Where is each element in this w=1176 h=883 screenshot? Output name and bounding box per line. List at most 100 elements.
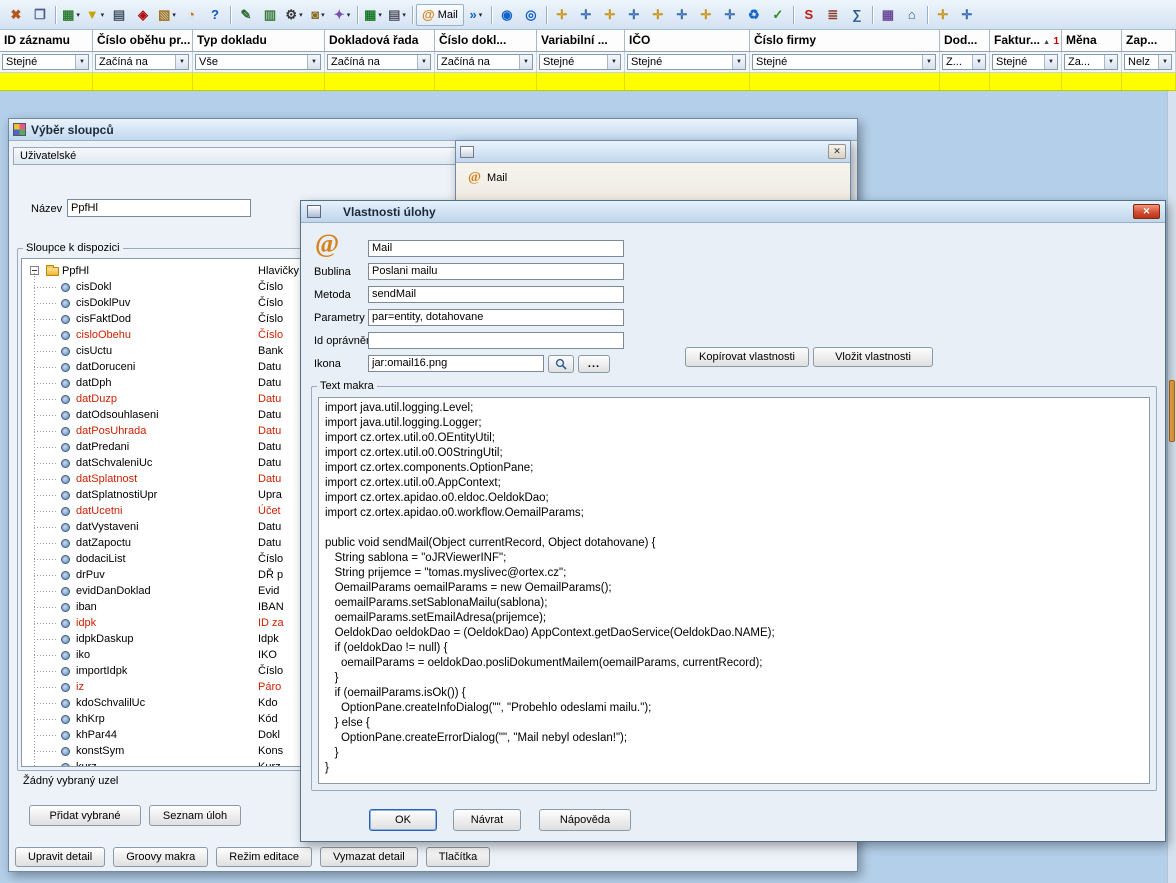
close-button[interactable] xyxy=(828,144,846,159)
package-icon[interactable]: ▧ xyxy=(155,4,179,26)
filter-combobox[interactable]: Z... xyxy=(942,54,986,70)
snapshot-icon[interactable]: ◙ xyxy=(306,4,330,26)
column-header[interactable]: ID záznamu xyxy=(0,30,93,51)
new-record-cell[interactable] xyxy=(537,73,625,90)
new-record-cell[interactable] xyxy=(1122,73,1176,90)
transfer-5-icon[interactable]: ✛ xyxy=(646,4,670,26)
filter-combobox[interactable]: Stejné xyxy=(992,54,1058,70)
parameters-field[interactable]: par=entity, dotahovane xyxy=(368,309,624,326)
mail-button[interactable]: @ Mail xyxy=(416,4,464,26)
column-header[interactable]: Dokladová řada xyxy=(325,30,435,51)
dropdown-arrow-icon[interactable] xyxy=(417,55,430,69)
icon-browse-button[interactable]: ... xyxy=(578,355,610,373)
export-table-icon[interactable]: ▦ xyxy=(361,4,385,26)
macro-code-editor[interactable]: import java.util.logging.Level; import j… xyxy=(318,397,1150,784)
vertical-scrollbar[interactable] xyxy=(1167,91,1176,883)
dropdown-arrow-icon[interactable] xyxy=(307,55,320,69)
new-record-cell[interactable] xyxy=(0,73,93,90)
new-record-cell[interactable] xyxy=(940,73,990,90)
export-print-icon[interactable]: ▤ xyxy=(385,4,409,26)
transfer-2-icon[interactable]: ✛ xyxy=(574,4,598,26)
column-select-icon[interactable]: ▦ xyxy=(59,4,83,26)
task-properties-titlebar[interactable]: Vlastnosti úlohy xyxy=(301,201,1165,223)
close-button[interactable] xyxy=(1133,204,1160,219)
new-record-cell[interactable] xyxy=(325,73,435,90)
method-field[interactable]: sendMail xyxy=(368,286,624,303)
dropdown-arrow-icon[interactable] xyxy=(732,55,745,69)
bubble-field[interactable]: Poslani mailu xyxy=(368,263,624,280)
chart-icon[interactable]: ∑ xyxy=(845,4,869,26)
permission-id-field[interactable] xyxy=(368,332,624,349)
dropdown-arrow-icon[interactable] xyxy=(607,55,620,69)
filter-combobox[interactable]: Stejné xyxy=(627,54,746,70)
grid-view-icon[interactable]: ▥ xyxy=(258,4,282,26)
new-record-cell[interactable] xyxy=(435,73,537,90)
icon-path-field[interactable]: jar:omail16.png xyxy=(368,355,544,372)
scrollbar-thumb[interactable] xyxy=(1169,380,1175,442)
detail-action-button[interactable]: Vymazat detail xyxy=(320,847,418,867)
filter-combobox[interactable]: Stejné xyxy=(752,54,936,70)
new-record-cell[interactable] xyxy=(193,73,325,90)
detail-action-button[interactable]: Tlačítka xyxy=(426,847,491,867)
filter-combobox[interactable]: Nelz xyxy=(1124,54,1172,70)
dropdown-arrow-icon[interactable] xyxy=(972,55,985,69)
task-item-mail[interactable]: @ Mail xyxy=(468,171,507,185)
dropdown-arrow-icon[interactable] xyxy=(922,55,935,69)
transfer-10-icon[interactable]: ✛ xyxy=(955,4,979,26)
transfer-7-icon[interactable]: ✛ xyxy=(694,4,718,26)
icon-search-button[interactable] xyxy=(548,355,574,373)
seal-icon[interactable]: ◈ xyxy=(131,4,155,26)
filter-combobox[interactable]: Začíná na xyxy=(327,54,431,70)
filter-icon[interactable]: ▼ xyxy=(83,4,107,26)
column-header[interactable]: IČO xyxy=(625,30,750,51)
dropdown-arrow-icon[interactable] xyxy=(75,55,88,69)
copy-icon[interactable]: ❐ xyxy=(28,4,52,26)
dropdown-arrow-icon[interactable] xyxy=(1044,55,1057,69)
copy-properties-button[interactable]: Kopírovat vlastnosti xyxy=(685,347,809,367)
filter-combobox[interactable]: Vše xyxy=(195,54,321,70)
help-button[interactable]: Nápověda xyxy=(539,809,631,831)
name-field[interactable]: PpfHl xyxy=(67,199,251,217)
paste-properties-button[interactable]: Vložit vlastnosti xyxy=(813,347,933,367)
dropdown-arrow-icon[interactable] xyxy=(519,55,532,69)
filter-combobox[interactable]: Za... xyxy=(1064,54,1118,70)
column-header[interactable]: Faktur... 1 xyxy=(990,30,1062,51)
column-header[interactable]: Typ dokladu xyxy=(193,30,325,51)
transfer-9-icon[interactable]: ✛ xyxy=(931,4,955,26)
new-record-row[interactable] xyxy=(0,73,1176,91)
bank-icon[interactable]: ⌂ xyxy=(900,4,924,26)
column-header[interactable]: Dod... xyxy=(940,30,990,51)
transfer-3-icon[interactable]: ✛ xyxy=(598,4,622,26)
edit-record-icon[interactable]: ✎ xyxy=(234,4,258,26)
column-header[interactable]: Měna xyxy=(1062,30,1122,51)
approve-icon[interactable]: ✓ xyxy=(766,4,790,26)
filter-combobox[interactable]: Stejné xyxy=(539,54,621,70)
detail-action-button[interactable]: Groovy makra xyxy=(113,847,208,867)
new-record-cell[interactable] xyxy=(1062,73,1122,90)
column-header[interactable]: Zap... xyxy=(1122,30,1176,51)
tasks-window-titlebar[interactable] xyxy=(456,141,850,163)
info-ring-icon[interactable]: ◉ xyxy=(495,4,519,26)
books-icon[interactable]: ≣ xyxy=(821,4,845,26)
refresh-icon[interactable]: ♻ xyxy=(742,4,766,26)
print-icon[interactable]: ▤ xyxy=(107,4,131,26)
return-button[interactable]: Návrat xyxy=(453,809,521,831)
column-header[interactable]: Číslo firmy xyxy=(750,30,940,51)
dropdown-arrow-icon[interactable] xyxy=(1104,55,1117,69)
column-header[interactable]: Číslo dokl... xyxy=(435,30,537,51)
transfer-4-icon[interactable]: ✛ xyxy=(622,4,646,26)
task-list-button[interactable]: Seznam úloh xyxy=(149,805,241,826)
help-icon[interactable]: ? xyxy=(203,4,227,26)
detail-action-button[interactable]: Upravit detail xyxy=(15,847,105,867)
new-record-cell[interactable] xyxy=(625,73,750,90)
task-name-field[interactable]: Mail xyxy=(368,240,624,257)
column-header[interactable]: Variabilní ... xyxy=(537,30,625,51)
dropdown-arrow-icon[interactable] xyxy=(175,55,188,69)
window-grid-icon[interactable]: ▦ xyxy=(876,4,900,26)
column-header[interactable]: Číslo oběhu pr... xyxy=(93,30,193,51)
wizard-icon[interactable]: ✦ xyxy=(330,4,354,26)
filter-combobox[interactable]: Stejné xyxy=(2,54,89,70)
transfer-6-icon[interactable]: ✛ xyxy=(670,4,694,26)
delete-icon[interactable]: ✖ xyxy=(4,4,28,26)
s-badge-icon[interactable]: S xyxy=(797,4,821,26)
